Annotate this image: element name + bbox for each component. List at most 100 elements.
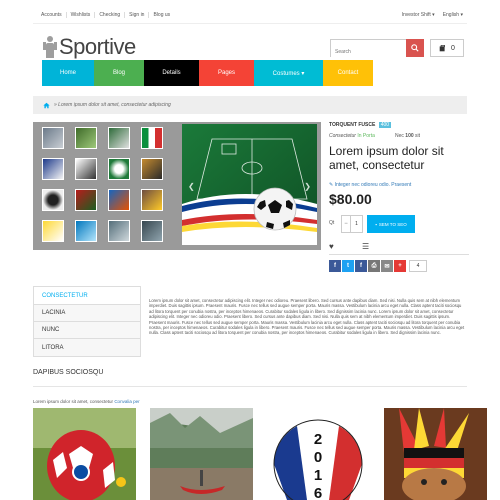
list-icon[interactable]: ☰ <box>362 242 369 251</box>
nav-pages[interactable]: Pages <box>199 60 254 86</box>
nav-contact-label: Contact <box>337 70 359 76</box>
nav-home[interactable]: Home <box>42 60 94 86</box>
breadcrumb: » Lorem ipsum dolor sit amet, consectetu… <box>33 96 467 114</box>
thumbnail[interactable] <box>141 158 163 180</box>
search-button[interactable] <box>406 39 424 57</box>
facebook-icon[interactable]: f <box>329 260 341 272</box>
add-to-cart-button[interactable]: ▪ SEM TO SEO <box>367 215 415 233</box>
top-link-accounts[interactable]: Accounts <box>37 12 67 18</box>
tab-nunc[interactable]: NUNC <box>34 322 140 339</box>
nav-contact[interactable]: Contact <box>323 60 373 86</box>
home-icon[interactable] <box>43 102 50 109</box>
thumbnail[interactable] <box>141 189 163 211</box>
nav-details[interactable]: Details <box>144 60 199 86</box>
svg-text:2: 2 <box>314 431 322 448</box>
share-icon[interactable]: f <box>355 260 367 272</box>
plus-icon[interactable]: + <box>394 260 406 272</box>
main-nav: Home Blog Details Pages Costumes ▾ Conta… <box>42 60 373 86</box>
prev-image-icon[interactable]: ❮ <box>188 182 195 191</box>
stock-value: 100 <box>405 133 414 139</box>
nav-details-label: Details <box>162 70 181 76</box>
cart-button[interactable]: 0 <box>430 39 464 57</box>
heart-icon[interactable]: ♥ <box>329 242 334 251</box>
condition-value: In Porta <box>357 133 375 139</box>
thumbnail[interactable] <box>108 189 130 211</box>
thumbnail[interactable] <box>108 158 130 180</box>
product-price: $80.00 <box>329 191 372 207</box>
email-icon[interactable]: ✉ <box>381 260 393 272</box>
product-link[interactable]: ✎ Integer nec odioreu odio. Praesent <box>329 182 411 188</box>
share-count: 4 <box>409 260 427 272</box>
edit-icon: ✎ <box>329 182 334 188</box>
stock-label: Nec <box>395 133 404 139</box>
thumbnail[interactable] <box>42 127 64 149</box>
search-input[interactable] <box>331 44 407 60</box>
breadcrumb-text[interactable]: » Lorem ipsum dolor sit amet, consectetu… <box>54 102 171 108</box>
product-title: Lorem ipsum dolor sit amet, consectetur <box>329 144 444 172</box>
related-product-image[interactable] <box>384 408 487 500</box>
nav-costumes[interactable]: Costumes ▾ <box>254 60 323 86</box>
divider <box>33 386 467 387</box>
tab-consectetur[interactable]: CONSECTETUR <box>34 287 140 305</box>
related-subtitle-text: Lorem ipsum dolor sit amet, consectetur <box>33 399 114 404</box>
nav-blog[interactable]: Blog <box>94 60 144 86</box>
next-image-icon[interactable]: ❯ <box>304 182 311 191</box>
product-gallery: ❮ ❯ <box>33 122 321 250</box>
search-box <box>330 39 424 60</box>
thumbnail[interactable] <box>75 189 97 211</box>
nav-home-label: Home <box>59 70 76 76</box>
stock-unit: sit <box>415 133 421 139</box>
quantity-label: Qt <box>329 220 335 226</box>
brand-label[interactable]: TORQUENT FUSCE <box>329 122 375 128</box>
language-select[interactable]: Investor Shift ▾ <box>402 12 435 18</box>
quantity-input[interactable]: 1 <box>351 215 363 233</box>
thumbnail[interactable] <box>75 220 97 242</box>
thumbnail[interactable] <box>108 220 130 242</box>
related-product-image[interactable] <box>150 408 253 500</box>
thumbnail[interactable] <box>42 189 64 211</box>
thumbnail[interactable] <box>141 127 163 149</box>
related-product-image[interactable]: 2 0 1 6 <box>267 408 370 500</box>
brand-badge: TORQUENT FUSCE 400 <box>329 122 469 128</box>
top-link-checking[interactable]: Checking <box>95 12 126 18</box>
site-logo[interactable]: Sportive <box>43 34 136 60</box>
thumbnail[interactable] <box>108 127 130 149</box>
cart-icon <box>439 44 445 51</box>
print-icon[interactable]: ⎙ <box>368 260 380 272</box>
divider <box>329 254 469 255</box>
top-bar: Accounts Wishlists Checking Sign in Blog… <box>33 8 467 24</box>
svg-text:0: 0 <box>314 449 322 466</box>
search-icon <box>411 44 419 52</box>
main-product-image[interactable]: ❮ ❯ <box>182 124 317 245</box>
top-right-selectors: Investor Shift ▾ English ▾ <box>402 12 463 18</box>
nav-pages-label: Pages <box>217 70 235 76</box>
cart-icon: ▪ <box>375 221 377 227</box>
top-links: Accounts Wishlists Checking Sign in Blog… <box>37 12 174 18</box>
svg-text:1: 1 <box>314 467 322 484</box>
thumbnail-grid <box>42 127 163 242</box>
top-link-blog[interactable]: Blog us <box>149 12 174 18</box>
condition-meta: Consectetur In Porta <box>329 133 375 139</box>
twitter-icon[interactable]: t <box>342 260 354 272</box>
svg-text:6: 6 <box>314 485 322 500</box>
social-share-bar: f t f ⎙ ✉ + 4 <box>329 260 427 272</box>
related-subtitle-link[interactable]: Convalia per <box>114 399 139 404</box>
quantity-decrease-button[interactable]: − <box>341 215 351 233</box>
top-link-wishlists[interactable]: Wishlists <box>67 12 96 18</box>
related-subtitle: Lorem ipsum dolor sit amet, consectetur … <box>33 399 140 404</box>
currency-select[interactable]: English ▾ <box>443 12 463 18</box>
product-tabs: CONSECTETUR LACINIA NUNC LITORA <box>33 286 141 357</box>
thumbnail[interactable] <box>42 220 64 242</box>
stock-meta: Nec 100 sit <box>395 133 420 139</box>
thumbnail[interactable] <box>42 158 64 180</box>
related-product-image[interactable] <box>33 408 136 500</box>
condition-label: Consectetur <box>329 133 356 139</box>
thumbnail[interactable] <box>75 127 97 149</box>
nav-costumes-label: Costumes ▾ <box>272 70 305 77</box>
thumbnail[interactable] <box>141 220 163 242</box>
top-link-sign-in[interactable]: Sign in <box>125 12 150 18</box>
thumbnail[interactable] <box>75 158 97 180</box>
product-info: TORQUENT FUSCE 400 Consectetur In Porta … <box>329 122 469 282</box>
tab-litora[interactable]: LITORA <box>34 339 140 356</box>
tab-lacinia[interactable]: LACINIA <box>34 305 140 322</box>
